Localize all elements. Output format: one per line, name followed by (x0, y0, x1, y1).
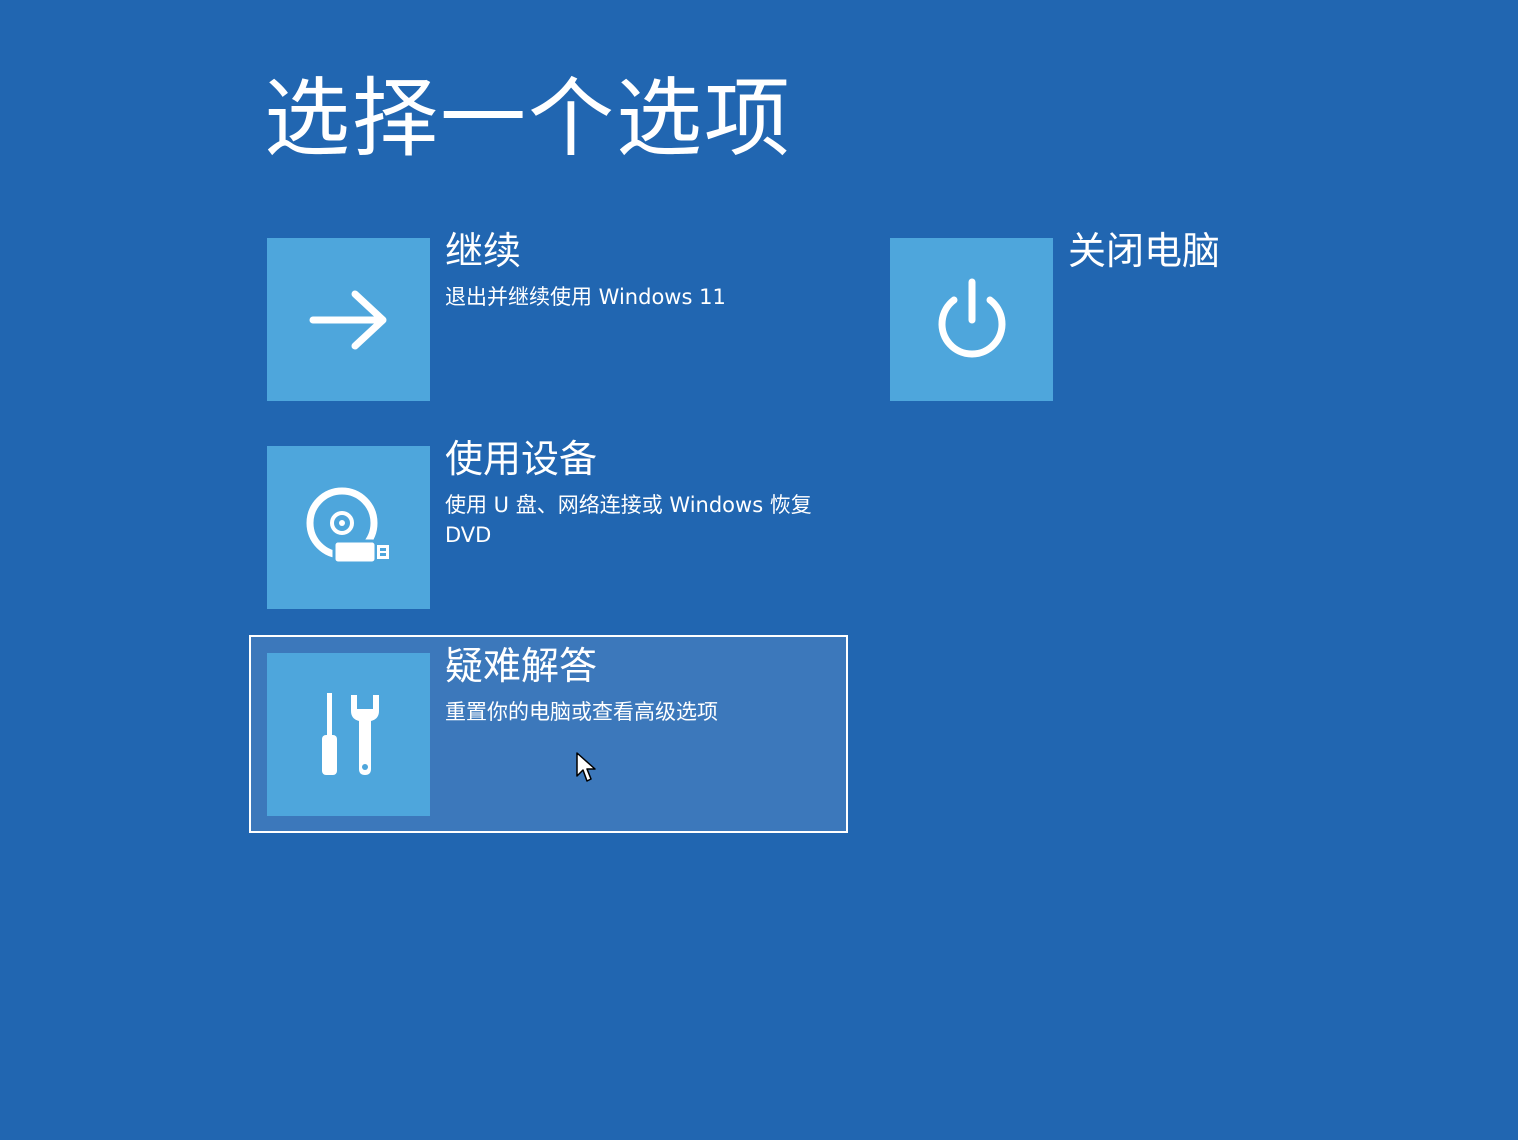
shutdown-option[interactable]: 关闭电脑 (890, 229, 1290, 401)
power-icon (938, 278, 1005, 357)
troubleshoot-description: 重置你的电脑或查看高级选项 (445, 700, 718, 724)
continue-tile[interactable] (267, 238, 430, 401)
disc-usb-icon (306, 487, 389, 564)
continue-option[interactable]: 继续 退出并继续使用 Windows 11 (267, 229, 827, 401)
use-device-label: 使用设备 (445, 437, 598, 481)
shutdown-tile[interactable] (890, 238, 1053, 401)
tools-icon (321, 692, 379, 775)
continue-label: 继续 (445, 229, 522, 273)
troubleshoot-tile[interactable] (267, 653, 430, 816)
troubleshoot-option[interactable]: 疑难解答 重置你的电脑或查看高级选项 (267, 644, 827, 816)
use-device-description: 使用 U 盘、网络连接或 Windows 恢复 DVD (445, 493, 812, 547)
recovery-screen: 选择一个选项 继续 退出并继续使用 Windows 11 使用设备 使用 U 盘… (0, 0, 1518, 1140)
arrow-right-icon (309, 290, 386, 349)
use-device-option[interactable]: 使用设备 使用 U 盘、网络连接或 Windows 恢复 DVD (267, 437, 827, 609)
mouse-cursor-icon (576, 752, 596, 782)
continue-description: 退出并继续使用 Windows 11 (445, 285, 726, 309)
shutdown-label: 关闭电脑 (1068, 229, 1221, 273)
page-title: 选择一个选项 (264, 69, 792, 169)
troubleshoot-label: 疑难解答 (445, 644, 598, 688)
use-device-tile[interactable] (267, 446, 430, 609)
